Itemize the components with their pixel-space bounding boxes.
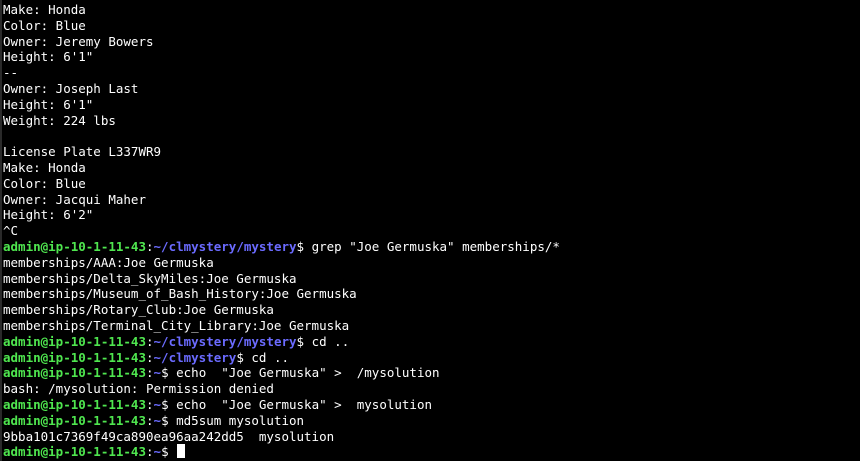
prompt-user: admin@ip-10-1-11-43 <box>3 349 146 365</box>
output-line: Owner: Jacqui Maher <box>3 191 146 207</box>
output-line: Weight: 224 lbs <box>3 112 116 128</box>
prompt-user: admin@ip-10-1-11-43 <box>3 365 146 381</box>
output-line: memberships/Delta_SkyMiles:Joe Germuska <box>3 270 297 286</box>
command-text: md5sum mysolution <box>176 412 305 428</box>
prompt-suffix: $ <box>161 444 177 460</box>
prompt-line: admin@ip-10-1-11-43:~$ md5sum mysolution <box>3 413 860 429</box>
prompt-user: admin@ip-10-1-11-43 <box>3 444 146 460</box>
output-line: Make: Honda <box>3 159 86 175</box>
prompt-suffix: $ <box>296 238 312 254</box>
md5-output-line: 9bba101c7369f49ca890ea96aa242dd5 mysolut… <box>3 428 335 444</box>
prompt-line: admin@ip-10-1-11-43:~/clmystery/mystery$… <box>3 239 860 255</box>
output-line: memberships/Terminal_City_Library:Joe Ge… <box>3 317 350 333</box>
window-edge <box>0 0 2 461</box>
output-line: Height: 6'2" <box>3 207 94 223</box>
prompt-line: admin@ip-10-1-11-43:~$ echo "Joe Germusk… <box>3 397 860 413</box>
output-line: Color: Blue <box>3 17 86 33</box>
prompt-suffix: $ <box>236 349 252 365</box>
output-line: Make: Honda <box>3 2 86 17</box>
output-line: License Plate L337WR9 <box>3 144 162 160</box>
output-line: memberships/AAA:Joe Germuska <box>3 254 214 270</box>
prompt-line: admin@ip-10-1-11-43:~/clmystery$ cd .. <box>3 350 860 366</box>
output-line: Owner: Jeremy Bowers <box>3 33 154 49</box>
prompt-separator: : <box>146 444 154 460</box>
output-line: memberships/Museum_of_Bash_History:Joe G… <box>3 286 357 302</box>
prompt-suffix: $ <box>161 412 177 428</box>
prompt-separator: : <box>146 412 154 428</box>
text-cursor <box>177 444 186 459</box>
prompt-separator: : <box>146 349 154 365</box>
prompt-path: ~ <box>153 396 162 412</box>
prompt-line: admin@ip-10-1-11-43:~/clmystery/mystery$… <box>3 334 860 350</box>
prompt-path: ~ <box>153 412 162 428</box>
output-line: -- <box>3 65 19 81</box>
prompt-suffix: $ <box>296 333 312 349</box>
output-line: ^C <box>3 223 19 239</box>
prompt-separator: : <box>146 238 154 254</box>
prompt-path: ~/clmystery/mystery <box>153 333 297 349</box>
command-text: cd .. <box>311 333 350 349</box>
prompt-user: admin@ip-10-1-11-43 <box>3 412 146 428</box>
active-prompt-line[interactable]: admin@ip-10-1-11-43:~$ <box>3 444 860 460</box>
prompt-path: ~ <box>153 444 162 460</box>
prompt-suffix: $ <box>161 396 177 412</box>
output-line: Color: Blue <box>3 175 86 191</box>
prompt-separator: : <box>146 333 154 349</box>
prompt-separator: : <box>146 396 154 412</box>
error-line: bash: /mysolution: Permission denied <box>3 381 274 397</box>
prompt-path: ~/clmystery/mystery <box>153 238 297 254</box>
prompt-path: ~ <box>153 365 162 381</box>
terminal-window[interactable]: Make: Honda Color: Blue Owner: Jeremy Bo… <box>0 0 860 461</box>
command-text: echo "Joe Germuska" > /mysolution <box>176 365 440 381</box>
command-text: grep "Joe Germuska" memberships/* <box>311 238 560 254</box>
prompt-user: admin@ip-10-1-11-43 <box>3 396 146 412</box>
prompt-user: admin@ip-10-1-11-43 <box>3 238 146 254</box>
prompt-suffix: $ <box>161 365 177 381</box>
prompt-separator: : <box>146 365 154 381</box>
prompt-path: ~/clmystery <box>153 349 237 365</box>
output-line: memberships/Rotary_Club:Joe Germuska <box>3 302 274 318</box>
command-text: echo "Joe Germuska" > mysolution <box>176 396 432 412</box>
output-line: Height: 6'1" <box>3 49 94 65</box>
prompt-line: admin@ip-10-1-11-43:~$ echo "Joe Germusk… <box>3 365 860 381</box>
output-line: Owner: Joseph Last <box>3 80 139 96</box>
output-line: Height: 6'1" <box>3 96 94 112</box>
command-text: cd .. <box>251 349 290 365</box>
prompt-user: admin@ip-10-1-11-43 <box>3 333 146 349</box>
